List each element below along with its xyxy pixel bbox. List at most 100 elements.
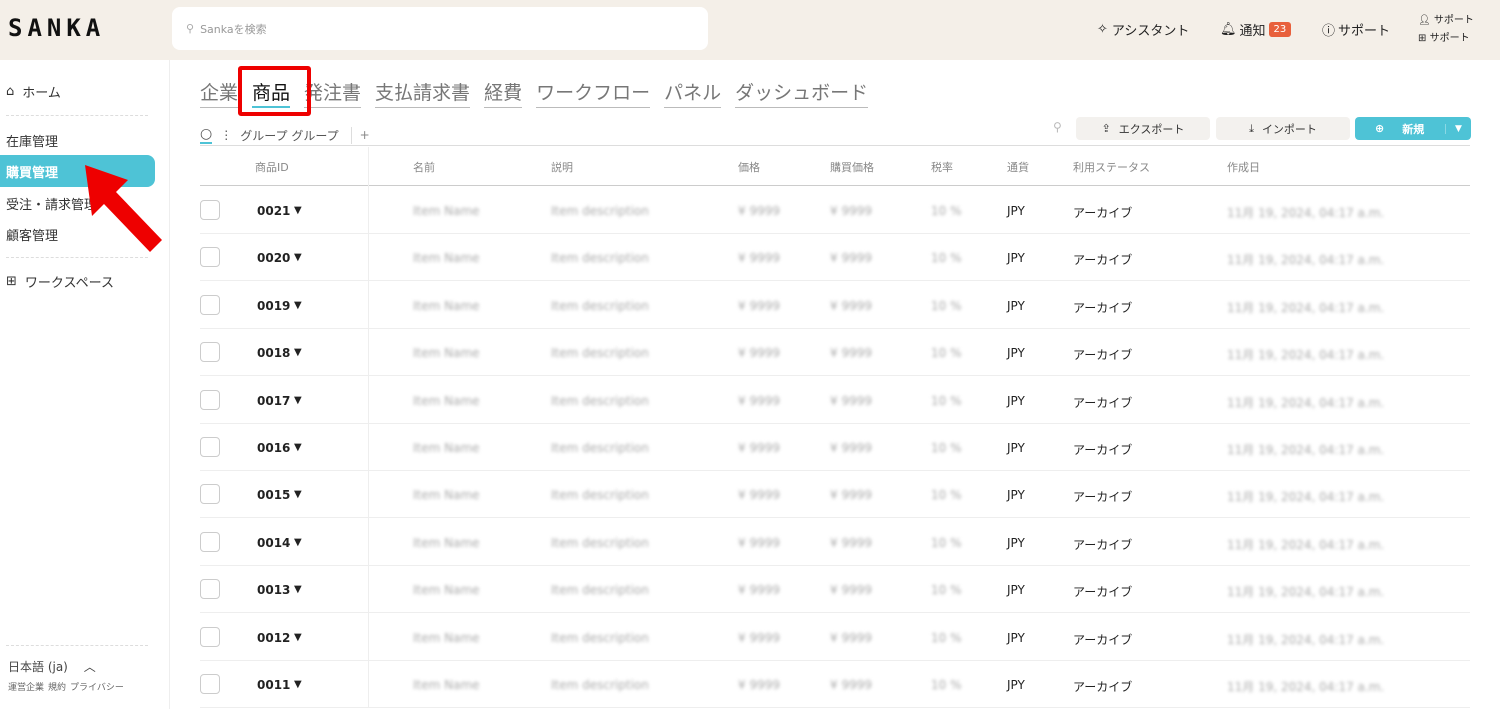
column-header-id[interactable]: 商品ID: [255, 159, 289, 175]
export-button[interactable]: ⇪エクスポート: [1076, 117, 1210, 140]
column-header-currency[interactable]: 通貨: [1007, 159, 1029, 175]
footer-link-company[interactable]: 運営企業: [8, 680, 44, 693]
top-header: SANKA ⚲Sankaを検索 ✧アシスタント 🔔︎通知23 ⓘサポート 👤︎ …: [0, 0, 1500, 60]
row-checkbox[interactable]: [200, 295, 220, 315]
row-expand-caret-icon[interactable]: ▼: [294, 632, 302, 643]
tab-workflows[interactable]: ワークフロー: [536, 78, 650, 108]
footer-links: 運営企業規約プライバシー: [8, 680, 124, 693]
cell-price: ¥ 9999: [738, 488, 780, 502]
column-header-name[interactable]: 名前: [413, 159, 435, 175]
row-expand-caret-icon[interactable]: ▼: [294, 252, 302, 263]
cell-product-id[interactable]: 0020: [257, 251, 290, 265]
row-expand-caret-icon[interactable]: ▼: [294, 489, 302, 500]
cell-currency: JPY: [1007, 346, 1025, 360]
support-button[interactable]: ⓘサポート: [1322, 20, 1390, 39]
cell-product-id[interactable]: 0013: [257, 583, 290, 597]
cell-product-id[interactable]: 0012: [257, 631, 290, 645]
new-button[interactable]: ⊕ 新規 ▼: [1355, 117, 1471, 140]
row-checkbox[interactable]: [200, 342, 220, 362]
column-header-created[interactable]: 作成日: [1227, 159, 1260, 175]
cell-status: アーカイブ: [1073, 251, 1132, 268]
add-view-button[interactable]: +: [360, 128, 370, 142]
row-expand-caret-icon[interactable]: ▼: [294, 537, 302, 548]
row-checkbox[interactable]: [200, 579, 220, 599]
tab-dashboards[interactable]: ダッシュボード: [735, 78, 868, 108]
user-menu[interactable]: 👤︎ サポート⊞ サポート: [1418, 12, 1474, 48]
row-expand-caret-icon[interactable]: ▼: [294, 395, 302, 406]
table-row[interactable]: 0013Item NameItem description¥ 9999¥ 999…: [200, 566, 1470, 613]
cell-purchase-price: ¥ 9999: [830, 299, 872, 313]
row-expand-caret-icon[interactable]: ▼: [294, 205, 302, 216]
sidebar-item-inventory[interactable]: 在庫管理: [0, 124, 155, 156]
row-expand-caret-icon[interactable]: ▼: [294, 347, 302, 358]
tab-purchase-orders[interactable]: 発注書: [304, 78, 361, 108]
table-row[interactable]: 0011Item NameItem description¥ 9999¥ 999…: [200, 661, 1470, 708]
row-expand-caret-icon[interactable]: ▼: [294, 300, 302, 311]
table-row[interactable]: 0020Item NameItem description¥ 9999¥ 999…: [200, 234, 1470, 281]
cell-tax: 10 %: [931, 394, 962, 408]
view-circle-icon[interactable]: ○: [200, 126, 212, 144]
cell-tax: 10 %: [931, 299, 962, 313]
row-expand-caret-icon[interactable]: ▼: [294, 584, 302, 595]
column-header-purchase-price[interactable]: 購買価格: [830, 159, 874, 175]
import-label: インポート: [1262, 121, 1317, 137]
divider: [200, 185, 1470, 186]
footer-link-privacy[interactable]: プライバシー: [70, 680, 124, 693]
table-row[interactable]: 0021Item NameItem description¥ 9999¥ 999…: [200, 187, 1470, 234]
import-button[interactable]: ⤓インポート: [1216, 117, 1350, 140]
cell-product-id[interactable]: 0018: [257, 346, 290, 360]
cell-product-id[interactable]: 0014: [257, 536, 290, 550]
language-selector[interactable]: 日本語 (ja) ︿: [8, 658, 96, 675]
table-row[interactable]: 0015Item NameItem description¥ 9999¥ 999…: [200, 471, 1470, 518]
assistant-button[interactable]: ✧アシスタント: [1097, 20, 1189, 39]
sidebar-item-home[interactable]: ⌂ホーム: [0, 75, 155, 107]
notifications-button[interactable]: 🔔︎通知23: [1220, 20, 1291, 39]
cell-product-id[interactable]: 0021: [257, 204, 290, 218]
cell-product-id[interactable]: 0017: [257, 394, 290, 408]
search-input[interactable]: ⚲Sankaを検索: [172, 7, 708, 50]
logo[interactable]: SANKA: [8, 14, 105, 42]
user-icon: 👤︎: [1418, 15, 1431, 26]
row-expand-caret-icon[interactable]: ▼: [294, 679, 302, 690]
tab-companies[interactable]: 企業: [200, 78, 238, 108]
table-search-icon[interactable]: ⚲: [1053, 120, 1062, 134]
table-row[interactable]: 0018Item NameItem description¥ 9999¥ 999…: [200, 329, 1470, 376]
row-checkbox[interactable]: [200, 674, 220, 694]
column-header-description[interactable]: 説明: [551, 159, 573, 175]
row-checkbox[interactable]: [200, 484, 220, 504]
sidebar-item-workspace[interactable]: ⊞ワークスペース: [0, 265, 155, 297]
tab-bills[interactable]: 支払請求書: [375, 78, 470, 108]
cell-product-id[interactable]: 0016: [257, 441, 290, 455]
assistant-label: アシスタント: [1112, 20, 1189, 39]
cell-purchase-price: ¥ 9999: [830, 251, 872, 265]
row-checkbox[interactable]: [200, 200, 220, 220]
cell-price: ¥ 9999: [738, 583, 780, 597]
row-checkbox[interactable]: [200, 437, 220, 457]
cell-product-id[interactable]: 0015: [257, 488, 290, 502]
footer-link-terms[interactable]: 規約: [48, 680, 66, 693]
cell-currency: JPY: [1007, 299, 1025, 313]
table-row[interactable]: 0012Item NameItem description¥ 9999¥ 999…: [200, 614, 1470, 661]
view-tab-group[interactable]: グループ グループ: [240, 127, 351, 144]
new-dropdown-chevron-icon[interactable]: ▼: [1445, 124, 1471, 134]
row-expand-caret-icon[interactable]: ▼: [294, 442, 302, 453]
tab-panels[interactable]: パネル: [664, 78, 721, 108]
table-row[interactable]: 0016Item NameItem description¥ 9999¥ 999…: [200, 424, 1470, 471]
table-row[interactable]: 0017Item NameItem description¥ 9999¥ 999…: [200, 377, 1470, 424]
row-checkbox[interactable]: [200, 247, 220, 267]
row-checkbox[interactable]: [200, 390, 220, 410]
column-header-tax[interactable]: 税率: [931, 159, 953, 175]
more-options-icon[interactable]: ⋮: [220, 128, 232, 142]
column-header-price[interactable]: 価格: [738, 159, 760, 175]
sidebar: ⌂ホーム 在庫管理 購買管理 受注・請求管理 顧客管理 ⊞ワークスペース 日本語…: [0, 60, 170, 709]
table-row[interactable]: 0019Item NameItem description¥ 9999¥ 999…: [200, 282, 1470, 329]
cell-product-id[interactable]: 0019: [257, 299, 290, 313]
tab-expenses[interactable]: 経費: [484, 78, 522, 108]
annotation-arrow: [80, 160, 170, 260]
column-header-status[interactable]: 利用ステータス: [1073, 159, 1150, 175]
cell-product-id[interactable]: 0011: [257, 678, 290, 692]
cell-purchase-price: ¥ 9999: [830, 678, 872, 692]
table-row[interactable]: 0014Item NameItem description¥ 9999¥ 999…: [200, 519, 1470, 566]
row-checkbox[interactable]: [200, 627, 220, 647]
row-checkbox[interactable]: [200, 532, 220, 552]
